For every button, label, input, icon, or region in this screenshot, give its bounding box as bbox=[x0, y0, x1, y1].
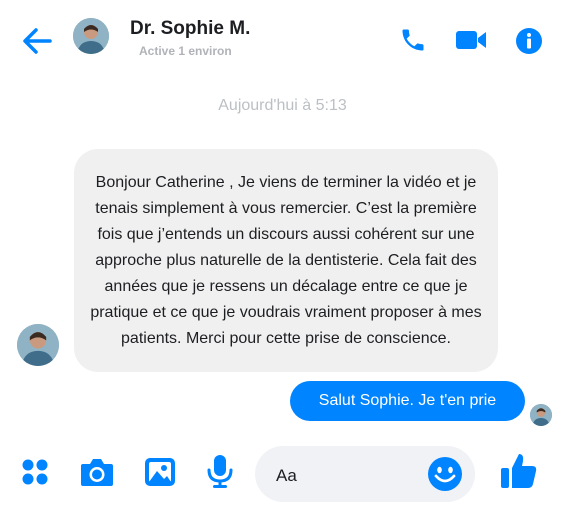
apps-icon[interactable] bbox=[21, 458, 49, 486]
thumbs-up-icon[interactable] bbox=[499, 451, 539, 491]
info-icon[interactable] bbox=[515, 27, 543, 55]
read-receipt-avatar bbox=[530, 404, 552, 426]
avatar[interactable] bbox=[73, 18, 109, 54]
chat-header: Dr. Sophie M. Active 1 environ bbox=[0, 0, 565, 82]
emoji-icon[interactable] bbox=[427, 456, 463, 492]
incoming-message[interactable]: Bonjour Catherine , Je viens de terminer… bbox=[74, 149, 498, 372]
incoming-message-text: Bonjour Catherine , Je viens de terminer… bbox=[90, 173, 482, 347]
camera-icon[interactable] bbox=[79, 456, 115, 488]
outgoing-message[interactable]: Salut Sophie. Je t'en prie bbox=[290, 381, 525, 421]
sender-avatar bbox=[17, 324, 59, 366]
back-arrow-icon[interactable] bbox=[20, 24, 54, 58]
video-camera-icon[interactable] bbox=[455, 28, 487, 52]
outgoing-message-text: Salut Sophie. Je t'en prie bbox=[318, 392, 497, 409]
message-input[interactable] bbox=[274, 462, 428, 490]
contact-name[interactable]: Dr. Sophie M. bbox=[130, 18, 250, 40]
gallery-icon[interactable] bbox=[143, 456, 177, 488]
message-composer[interactable] bbox=[255, 446, 475, 502]
message-timestamp: Aujourd'hui à 5:13 bbox=[218, 97, 347, 114]
active-status: Active 1 environ bbox=[139, 44, 232, 58]
microphone-icon[interactable] bbox=[206, 454, 234, 490]
phone-icon[interactable] bbox=[399, 26, 427, 54]
